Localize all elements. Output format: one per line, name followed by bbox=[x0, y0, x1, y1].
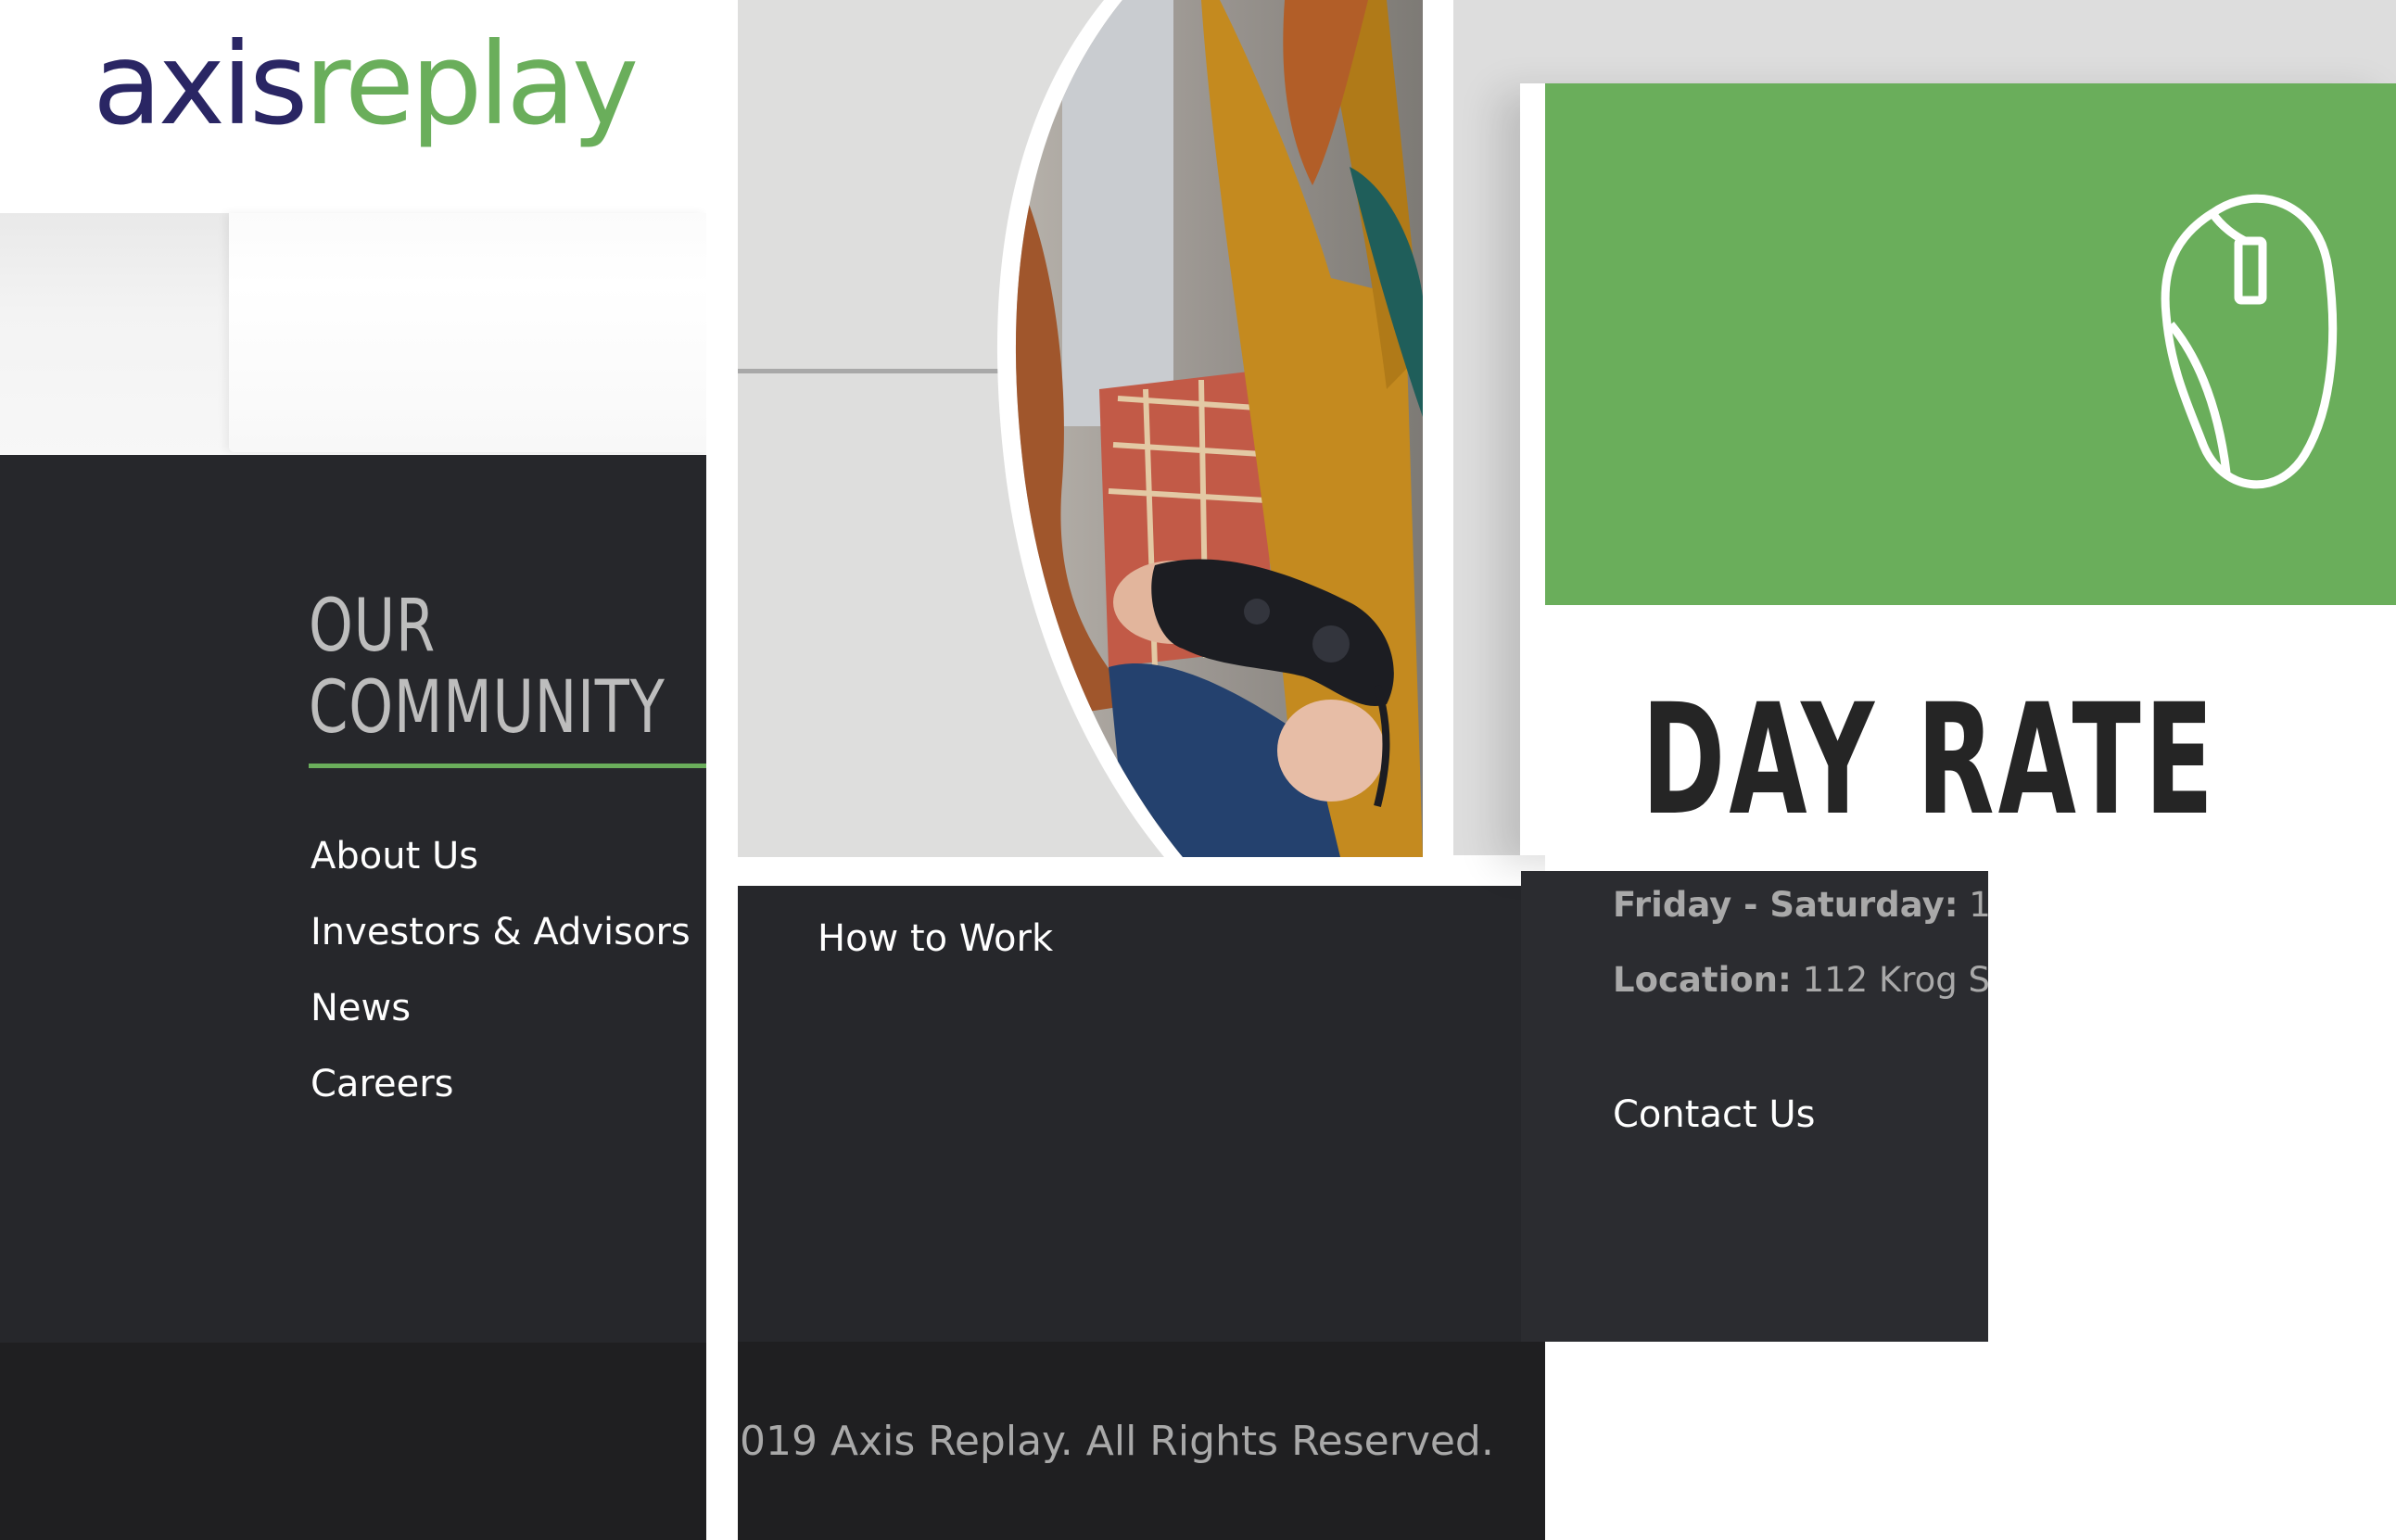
pricing-title: DAY RATE bbox=[1642, 671, 2218, 849]
link-about-us[interactable]: About Us bbox=[311, 838, 691, 914]
link-how-to-work[interactable]: How to Work bbox=[818, 917, 1053, 960]
location-label: Location: bbox=[1613, 960, 1792, 1000]
axisreplay-logo[interactable]: axisreplay bbox=[93, 28, 639, 141]
hero-image-fragment bbox=[738, 0, 1423, 857]
link-news[interactable]: News bbox=[311, 990, 691, 1066]
location-line: Location: 112 Krog St bbox=[1613, 960, 1988, 1000]
header-card bbox=[229, 213, 706, 452]
community-links-list: About Us Investors & Advisors News Caree… bbox=[311, 838, 691, 1142]
location-value: 112 Krog St bbox=[1791, 960, 1988, 1000]
hours-value: 11a bbox=[1969, 885, 1988, 925]
community-heading-underline bbox=[309, 764, 706, 768]
hours-line: Friday - Saturday: 11a bbox=[1613, 885, 1988, 925]
community-heading: OUR COMMUNITY bbox=[309, 586, 666, 749]
link-investors-advisors[interactable]: Investors & Advisors bbox=[311, 914, 691, 990]
mouse-icon bbox=[2161, 194, 2338, 489]
copyright-text: 019 Axis Replay. All Rights Reserved. bbox=[740, 1418, 1494, 1465]
link-contact-us[interactable]: Contact Us bbox=[1613, 1093, 1815, 1136]
logo-replay-text: replay bbox=[304, 19, 639, 150]
pricing-card-header bbox=[1545, 83, 2396, 605]
footer-bottom-bar bbox=[0, 1343, 706, 1540]
link-careers[interactable]: Careers bbox=[311, 1066, 691, 1142]
logo-axis-text: axis bbox=[93, 19, 308, 150]
community-heading-line2: COMMUNITY bbox=[309, 666, 666, 750]
left-page-fragment: axisreplay bbox=[0, 0, 706, 1540]
gamer-photo bbox=[996, 0, 1423, 857]
community-heading-line1: OUR bbox=[309, 585, 437, 668]
hours-label: Friday - Saturday: bbox=[1613, 885, 1959, 925]
